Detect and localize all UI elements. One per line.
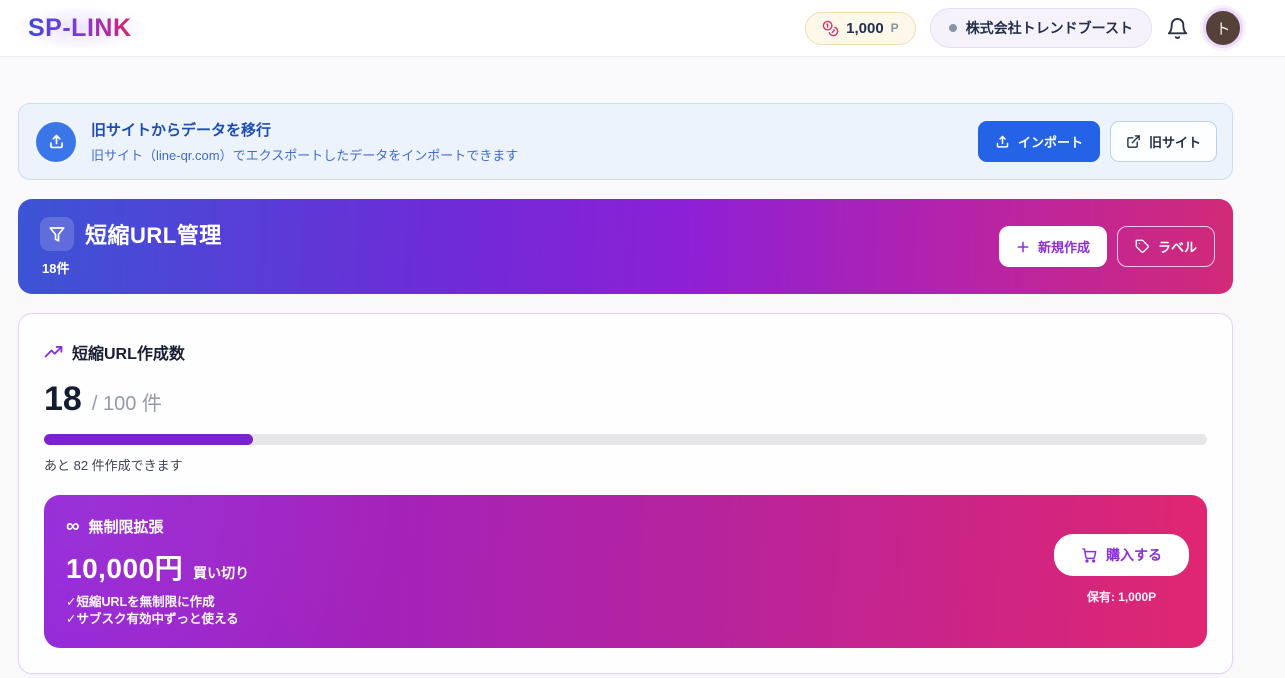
labels-button[interactable]: ラベル bbox=[1117, 226, 1215, 267]
labels-button-label: ラベル bbox=[1158, 237, 1197, 256]
migration-actions: インポート 旧サイト bbox=[978, 121, 1217, 162]
coins-icon bbox=[822, 20, 839, 37]
migration-title: 旧サイトからデータを移行 bbox=[91, 119, 518, 140]
external-link-icon bbox=[1126, 134, 1141, 149]
promo-price-note: 買い切り bbox=[193, 563, 249, 583]
url-manager-heading: 短縮URL管理 18件 bbox=[40, 217, 222, 277]
unlimited-upgrade-card: ∞ 無制限拡張 10,000円 買い切り ✓短縮URLを無制限に作成 ✓サブスク… bbox=[44, 495, 1207, 648]
upload-circle bbox=[36, 122, 76, 162]
stats-total: / 100 件 bbox=[92, 387, 162, 416]
url-manager-banner: 短縮URL管理 18件 新規作成 ラベル bbox=[18, 199, 1233, 294]
promo-features: ✓短縮URLを無制限に作成 ✓サブスク有効中ずっと使える bbox=[66, 594, 249, 628]
stats-title: 短縮URL作成数 bbox=[72, 340, 185, 364]
buy-button-label: 購入する bbox=[1106, 545, 1162, 565]
old-site-button[interactable]: 旧サイト bbox=[1110, 121, 1217, 162]
company-name: 株式会社トレンドブースト bbox=[966, 18, 1133, 38]
promo-title: 無制限拡張 bbox=[89, 516, 164, 537]
main-content: 旧サイトからデータを移行 旧サイト（line-qr.com）でエクスポートしたデ… bbox=[0, 57, 1285, 678]
buy-button[interactable]: 購入する bbox=[1054, 534, 1189, 576]
avatar[interactable]: ト bbox=[1203, 8, 1243, 48]
app-logo[interactable]: SP-LINK bbox=[28, 14, 132, 43]
upload-small-icon bbox=[995, 134, 1010, 149]
url-creation-stats-card: 短縮URL作成数 18 / 100 件 あと 82 件作成できます ∞ 無制限拡… bbox=[18, 313, 1233, 674]
plus-icon bbox=[1016, 240, 1030, 254]
remaining-text: あと 82 件作成できます bbox=[44, 455, 1207, 474]
promo-right: 購入する 保有: 1,000P bbox=[1054, 534, 1189, 605]
app-header: SP-LINK 1,000 P 株式会社トレンドブースト bbox=[0, 0, 1285, 57]
promo-feature: ✓サブスク有効中ずっと使える bbox=[66, 611, 249, 628]
upload-icon bbox=[47, 132, 66, 151]
promo-price: 10,000円 bbox=[66, 547, 183, 587]
notifications-button[interactable] bbox=[1166, 17, 1189, 40]
bell-icon bbox=[1166, 17, 1189, 40]
points-badge[interactable]: 1,000 P bbox=[805, 12, 916, 45]
import-button[interactable]: インポート bbox=[978, 121, 1100, 162]
old-site-button-label: 旧サイト bbox=[1149, 132, 1201, 151]
url-manager-actions: 新規作成 ラベル bbox=[999, 226, 1215, 267]
infinity-icon: ∞ bbox=[66, 517, 80, 536]
migration-text: 旧サイトからデータを移行 旧サイト（line-qr.com）でエクスポートしたデ… bbox=[91, 119, 518, 164]
promo-left: ∞ 無制限拡張 10,000円 買い切り ✓短縮URLを無制限に作成 ✓サブスク… bbox=[66, 516, 249, 628]
create-new-button[interactable]: 新規作成 bbox=[999, 226, 1107, 267]
points-value: 1,000 bbox=[846, 20, 884, 37]
promo-feature: ✓短縮URLを無制限に作成 bbox=[66, 594, 249, 611]
filter-chip bbox=[40, 217, 74, 251]
migration-subtitle: 旧サイト（line-qr.com）でエクスポートしたデータをインポートできます bbox=[91, 145, 518, 164]
progress-bar-fill bbox=[44, 434, 253, 445]
import-button-label: インポート bbox=[1018, 132, 1083, 151]
stats-current-count: 18 bbox=[44, 380, 82, 419]
points-balance: 保有: 1,000P bbox=[1087, 588, 1156, 605]
points-unit: P bbox=[891, 21, 899, 35]
tag-icon bbox=[1135, 239, 1150, 254]
cart-icon bbox=[1081, 547, 1097, 563]
progress-bar-track bbox=[44, 434, 1207, 445]
page-title: 短縮URL管理 bbox=[85, 218, 222, 250]
company-selector[interactable]: 株式会社トレンドブースト bbox=[930, 8, 1152, 48]
logo-container: SP-LINK bbox=[12, 6, 148, 51]
company-status-dot bbox=[949, 24, 957, 32]
header-right: 1,000 P 株式会社トレンドブースト ト bbox=[805, 8, 1243, 48]
data-migration-banner: 旧サイトからデータを移行 旧サイト（line-qr.com）でエクスポートしたデ… bbox=[18, 103, 1233, 180]
url-count: 18件 bbox=[42, 258, 222, 277]
trending-up-icon bbox=[44, 343, 63, 362]
filter-icon bbox=[48, 225, 66, 243]
create-new-button-label: 新規作成 bbox=[1038, 237, 1090, 256]
